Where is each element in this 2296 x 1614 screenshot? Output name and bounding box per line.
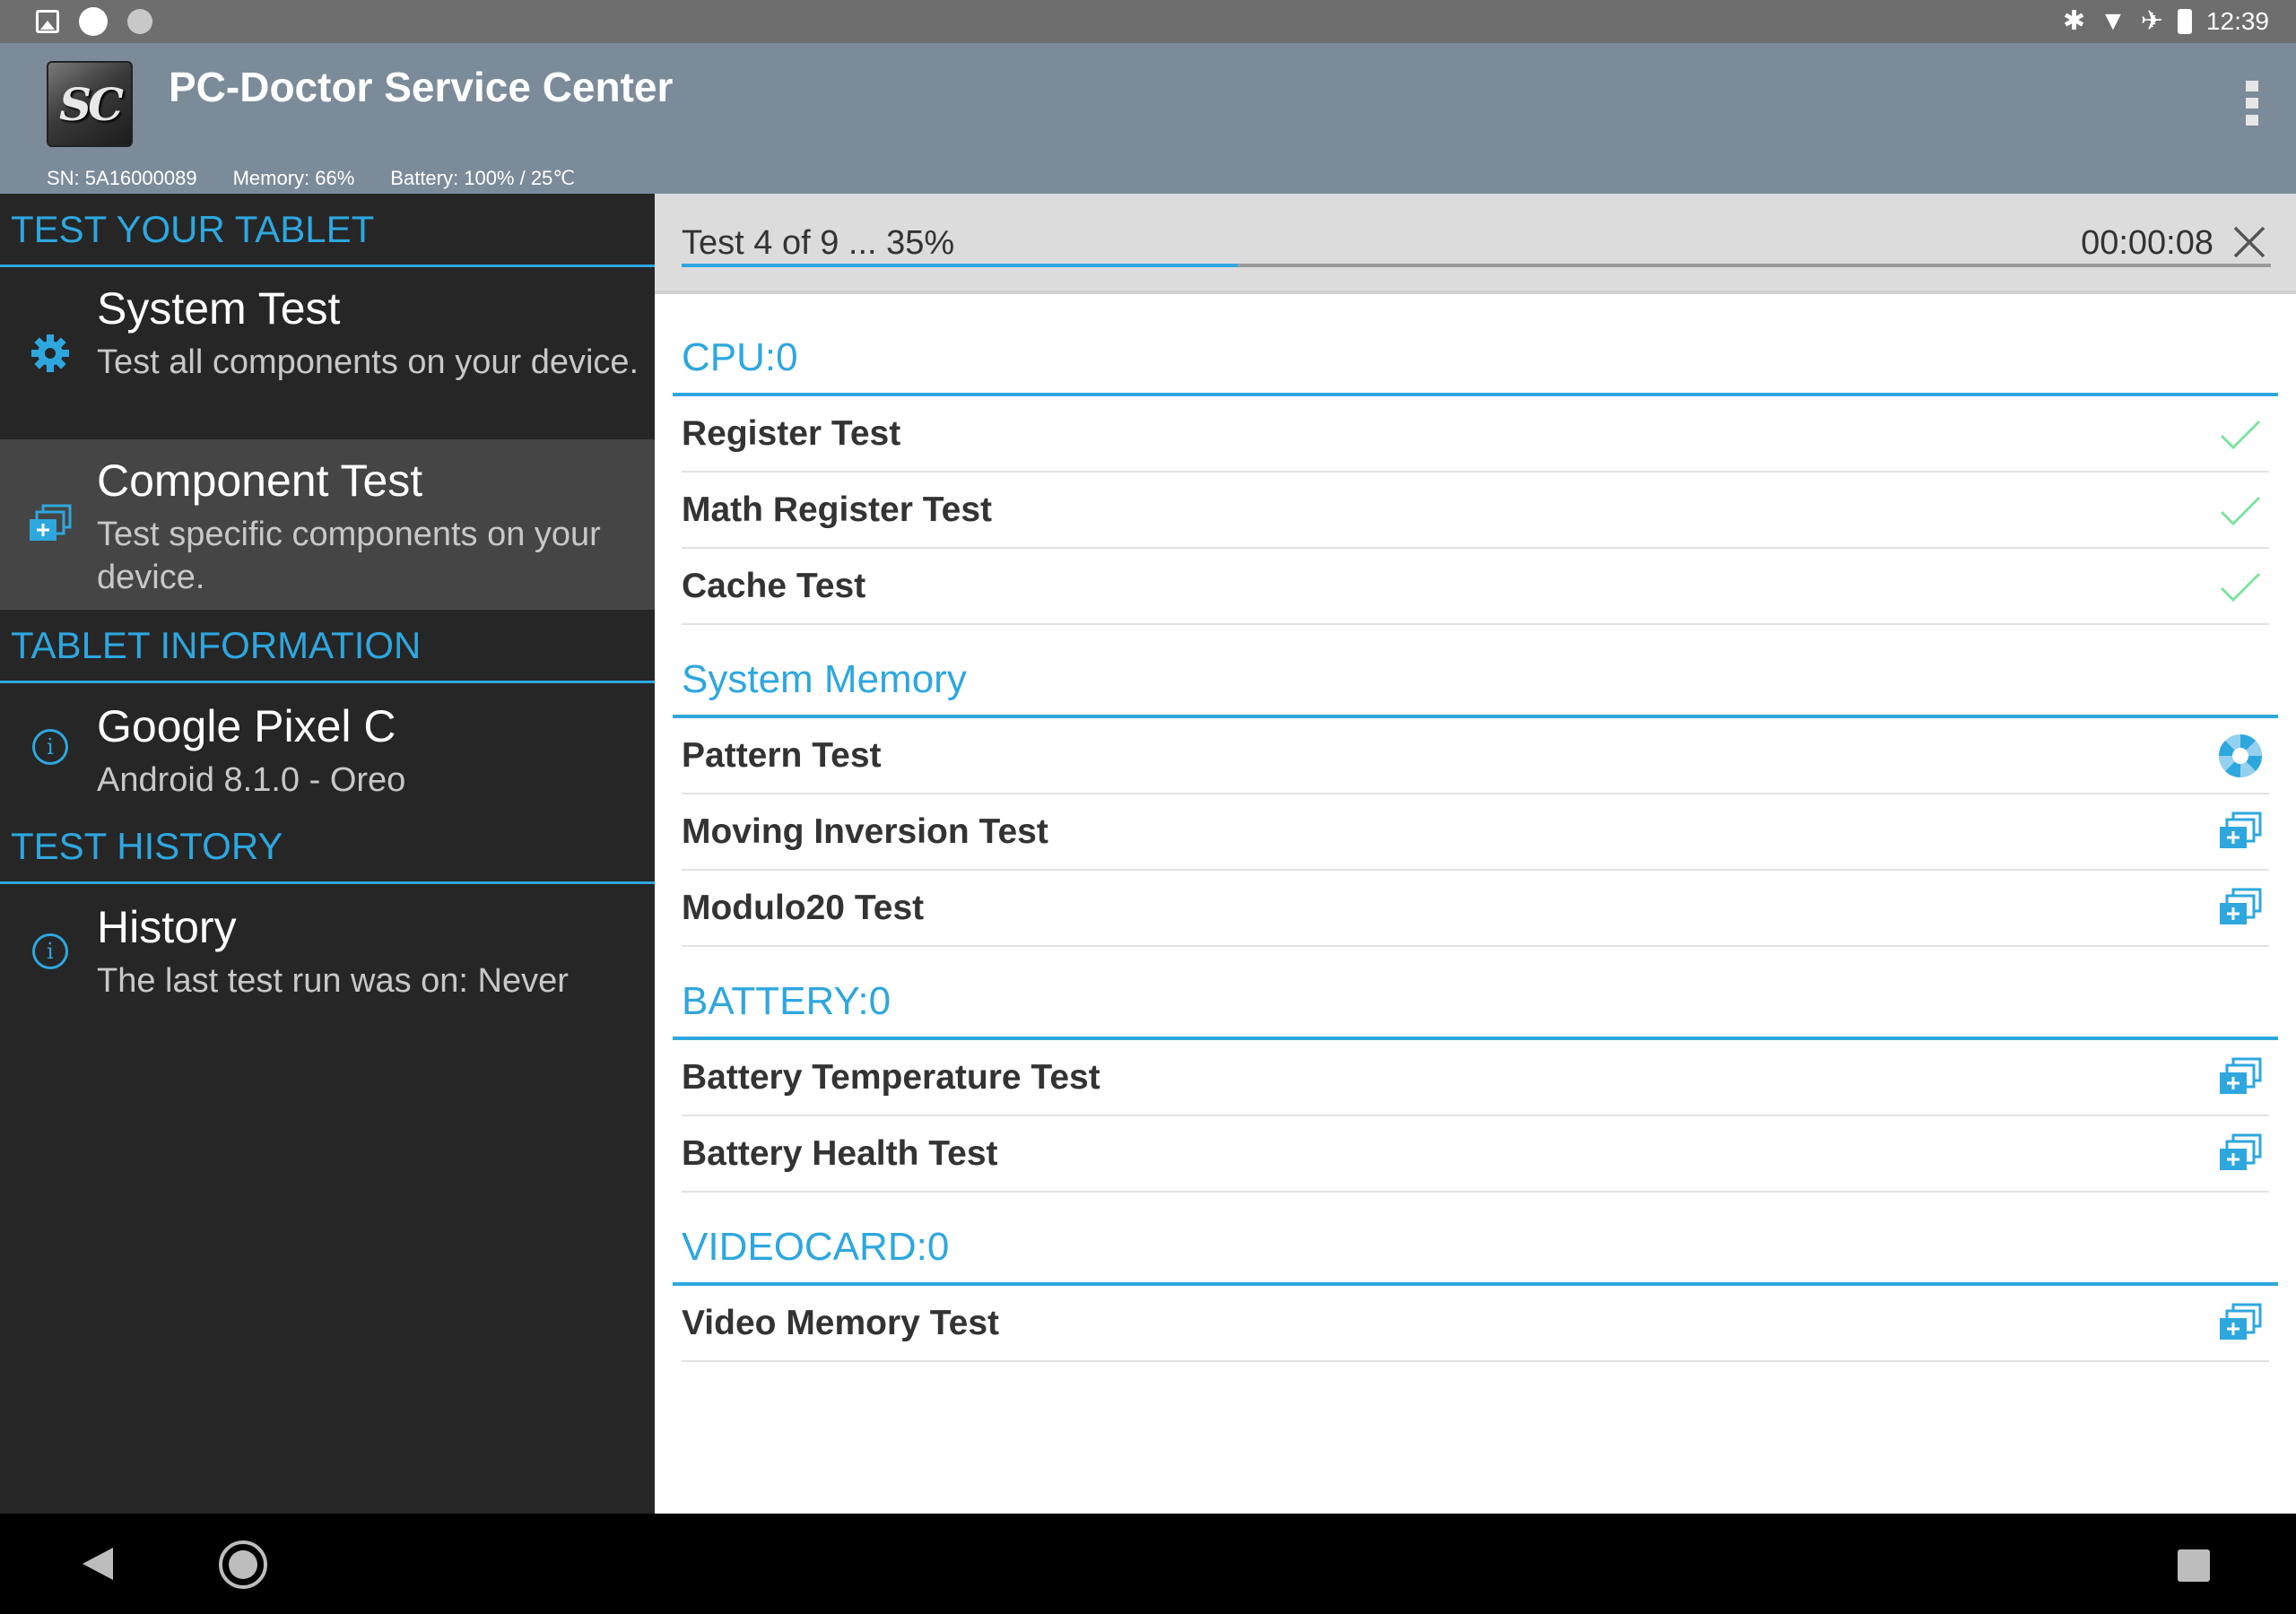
component-test-subtitle: Test specific components on your device. (97, 516, 601, 596)
queued-stack-icon (2212, 1125, 2269, 1183)
app-bar: SC PC-Doctor Service Center SN: 5A160000… (0, 43, 2296, 194)
queued-stack-icon (2212, 1295, 2269, 1352)
test-row[interactable]: Moving Inversion Test (682, 794, 2269, 871)
test-name: Cache Test (682, 566, 866, 605)
progress-bar (682, 264, 2271, 267)
test-name: Register Test (682, 413, 901, 453)
home-button[interactable] (219, 1540, 267, 1589)
test-row[interactable]: Battery Health Test (682, 1116, 2269, 1193)
test-name: Battery Temperature Test (682, 1057, 1100, 1097)
section-header-test-tablet: TEST YOUR TABLET (0, 194, 655, 267)
system-test-title: System Test (97, 283, 341, 334)
overflow-menu-button[interactable] (2246, 81, 2260, 126)
test-name: Video Memory Test (682, 1303, 999, 1342)
test-row[interactable]: Video Memory Test (682, 1286, 2269, 1362)
test-name: Battery Health Test (682, 1133, 998, 1173)
overflow-dot (2246, 98, 2258, 108)
checkmark-icon (2212, 482, 2269, 539)
close-icon (2233, 226, 2266, 258)
back-button[interactable] (83, 1548, 113, 1580)
test-run-panel: Test 4 of 9 ... 35% 00:00:08 CPU:0 Regist… (655, 194, 2296, 1514)
circle-outline-notification-icon (127, 9, 152, 34)
recent-apps-button[interactable] (2178, 1549, 2210, 1582)
section-header-test-history: TEST HISTORY (0, 811, 655, 884)
overflow-dot (2246, 81, 2258, 91)
system-test-subtitle: Test all components on your device. (97, 343, 639, 381)
battery-icon (2177, 9, 2192, 34)
section-header-tablet-information: TABLET INFORMATION (0, 610, 655, 683)
wifi-icon: ▼ (2100, 6, 2126, 36)
device-os-version: Android 8.1.0 - Oreo (97, 761, 406, 799)
history-subtitle: The last test run was on: Never (97, 962, 569, 1000)
notification-icons (36, 7, 152, 36)
clock: 12:39 (2205, 7, 2269, 35)
test-row[interactable]: Modulo20 Test (682, 871, 2269, 947)
app-logo-text: SC (59, 77, 124, 131)
component-test-title: Component Test (97, 456, 423, 506)
checkmark-icon (2212, 558, 2269, 615)
status-bar: ✱ ▼ ✈ 12:39 (0, 0, 2296, 43)
test-group-header: System Memory (673, 645, 2278, 718)
system-icons: ✱ ▼ ✈ 12:39 (2063, 5, 2269, 38)
serial-number: SN: 5A16000089 (47, 167, 197, 189)
checkmark-icon (2212, 405, 2269, 463)
test-group-header: BATTERY:0 (673, 967, 2278, 1040)
progress-label: Test 4 of 9 ... 35% (682, 224, 955, 262)
device-summary: SN: 5A16000089 Memory: 66% Battery: 100%… (47, 167, 575, 190)
battery-status: Battery: 100% / 25℃ (390, 167, 575, 189)
test-group-header: VIDEOCARD:0 (673, 1212, 2278, 1286)
spinner-icon (2212, 727, 2269, 785)
airplane-mode-icon: ✈ (2140, 6, 2163, 36)
elapsed-time: 00:00:08 (2081, 224, 2213, 262)
queued-stack-icon (2212, 1049, 2269, 1106)
progress-bar-fill (682, 264, 1239, 267)
sidebar-item-component-test[interactable]: Component Test Test specific components … (0, 439, 655, 610)
image-notification-icon (36, 10, 59, 33)
queued-stack-icon (2212, 880, 2269, 937)
component-stack-icon (23, 498, 77, 551)
bluetooth-icon: ✱ (2062, 6, 2086, 36)
history-title: History (97, 902, 237, 952)
overflow-dot (2246, 115, 2258, 126)
queued-stack-icon (2212, 803, 2269, 861)
test-name: Math Register Test (682, 490, 993, 529)
app-logo: SC (47, 61, 133, 147)
test-name: Pattern Test (682, 735, 882, 775)
gear-icon (23, 326, 77, 380)
test-name: Moving Inversion Test (682, 811, 1048, 851)
test-name: Modulo20 Test (682, 888, 925, 927)
circle-notification-icon (79, 7, 108, 36)
app-title: PC-Doctor Service Center (169, 64, 674, 110)
cancel-test-button[interactable] (2230, 222, 2269, 262)
sidebar-item-system-test[interactable]: System Test Test all components on your … (0, 267, 655, 439)
sidebar-item-history[interactable]: i History The last test run was on: Neve… (0, 884, 655, 1019)
test-row[interactable]: Cache Test (682, 549, 2269, 625)
memory-usage: Memory: 66% (232, 167, 355, 189)
test-row[interactable]: Pattern Test (682, 718, 2269, 794)
test-row[interactable]: Register Test (682, 396, 2269, 473)
test-list: CPU:0 Register Test Math Register Test Cach… (673, 323, 2278, 1362)
test-row[interactable]: Battery Temperature Test (682, 1040, 2269, 1116)
sidebar-item-device-info[interactable]: i Google Pixel C Android 8.1.0 - Oreo (0, 683, 655, 811)
test-row[interactable]: Math Register Test (682, 473, 2269, 549)
device-name: Google Pixel C (97, 701, 396, 751)
info-icon: i (23, 720, 77, 774)
navigation-bar (0, 1514, 2296, 1614)
info-icon: i (23, 924, 77, 978)
progress-header: Test 4 of 9 ... 35% 00:00:08 (655, 194, 2296, 294)
sidebar: TEST YOUR TABLET System Test Test all co… (0, 194, 655, 1514)
test-group-header: CPU:0 (673, 323, 2278, 396)
